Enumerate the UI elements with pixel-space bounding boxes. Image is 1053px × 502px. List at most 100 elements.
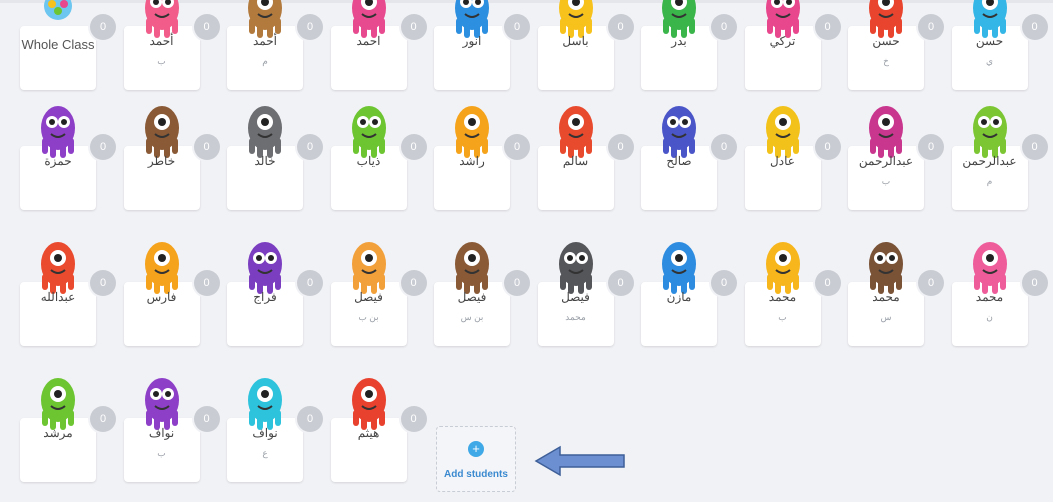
student-subname: ب bbox=[157, 448, 166, 458]
student-name: فارس bbox=[146, 290, 177, 304]
points-badge: 0 bbox=[504, 14, 530, 40]
class-avatar-icon bbox=[44, 0, 72, 20]
points-badge: 0 bbox=[193, 14, 220, 40]
points-badge: 0 bbox=[400, 134, 427, 160]
student-card[interactable]: خالد 0 bbox=[227, 100, 327, 210]
points-badge: 0 bbox=[814, 270, 841, 296]
student-name: احمد bbox=[356, 34, 381, 48]
points-badge: 0 bbox=[918, 134, 944, 160]
student-name: نواف bbox=[148, 426, 175, 440]
student-card[interactable]: أحمد ب 0 bbox=[123, 0, 224, 90]
monster-avatar-icon bbox=[351, 242, 386, 294]
student-name: حمزة bbox=[44, 154, 72, 168]
student-name: محمد bbox=[872, 290, 900, 304]
student-subname: خ bbox=[883, 56, 889, 66]
monster-avatar-icon bbox=[765, 242, 800, 294]
monster-avatar-icon bbox=[248, 242, 282, 294]
student-subname: م bbox=[986, 176, 993, 186]
points-badge: 0 bbox=[400, 14, 427, 40]
student-name: نواف bbox=[252, 426, 278, 440]
monster-avatar-icon bbox=[41, 106, 75, 158]
student-subname: بن س bbox=[460, 312, 484, 322]
student-card[interactable]: انور 0 bbox=[434, 0, 534, 90]
student-card[interactable]: محمد س 0 bbox=[848, 236, 948, 346]
student-subname: م bbox=[262, 56, 268, 66]
student-card[interactable]: نواف ع 0 bbox=[227, 372, 327, 482]
student-card[interactable]: فيصل محمد 0 bbox=[537, 236, 638, 346]
student-name: فيصل bbox=[354, 290, 383, 304]
student-card[interactable]: محمد ن 0 bbox=[951, 236, 1052, 346]
student-name: عبدالرحمن bbox=[962, 154, 1017, 168]
points-badge: 0 bbox=[607, 270, 634, 296]
student-name: راشد bbox=[459, 154, 485, 168]
points-badge: 0 bbox=[918, 14, 944, 40]
points-badge: 0 bbox=[814, 14, 841, 40]
student-card[interactable]: عبدالرحمن ب 0 bbox=[848, 100, 948, 210]
points-badge: 0 bbox=[711, 134, 737, 160]
points-badge: 0 bbox=[90, 134, 116, 160]
points-badge: 0 bbox=[400, 270, 427, 296]
student-card[interactable]: حسن ي 0 bbox=[951, 0, 1052, 90]
student-card[interactable]: عبدالرحمن م 0 bbox=[951, 100, 1052, 210]
points-badge: 0 bbox=[90, 14, 116, 40]
student-name: صالح bbox=[666, 154, 692, 168]
student-card[interactable]: احمد 0 bbox=[330, 0, 431, 90]
student-card[interactable]: عبدالله 0 bbox=[20, 236, 120, 346]
student-card[interactable]: فيصل بن ب 0 bbox=[330, 236, 431, 346]
student-subname: ب bbox=[157, 56, 166, 66]
student-name: خالد bbox=[254, 154, 276, 168]
monster-avatar-icon bbox=[455, 106, 489, 158]
student-card[interactable]: فارس 0 bbox=[123, 236, 224, 346]
student-card[interactable]: حسن خ 0 bbox=[848, 0, 948, 90]
points-badge: 0 bbox=[607, 134, 634, 160]
student-card[interactable]: محمد ب 0 bbox=[744, 236, 845, 346]
student-card[interactable]: خاطر 0 bbox=[123, 100, 224, 210]
student-card[interactable]: باسل 0 bbox=[537, 0, 638, 90]
student-card[interactable]: فيصل بن س 0 bbox=[434, 236, 534, 346]
points-badge: 0 bbox=[193, 406, 220, 432]
student-card[interactable]: أحمد م 0 bbox=[227, 0, 327, 90]
points-badge: 0 bbox=[1021, 134, 1048, 160]
student-name: عبدالرحمن bbox=[858, 154, 914, 168]
points-badge: 0 bbox=[814, 134, 841, 160]
monster-avatar-icon bbox=[144, 106, 179, 158]
student-name: ذياب bbox=[356, 154, 381, 168]
student-card[interactable]: سالم 0 bbox=[537, 100, 638, 210]
monster-avatar-icon bbox=[869, 242, 903, 294]
add-students-label: Add students bbox=[444, 469, 508, 480]
student-subname: س bbox=[880, 312, 892, 322]
student-name: عادل bbox=[770, 154, 795, 168]
student-card[interactable]: حمزة 0 bbox=[20, 100, 120, 210]
student-card[interactable]: نواف ب 0 bbox=[123, 372, 224, 482]
student-card[interactable]: تركي 0 bbox=[744, 0, 845, 90]
monster-avatar-icon bbox=[41, 242, 75, 294]
student-card[interactable]: راشد 0 bbox=[434, 100, 534, 210]
student-name: فيصل bbox=[561, 290, 590, 304]
monster-avatar-icon bbox=[248, 106, 282, 158]
student-subname: ب bbox=[778, 312, 787, 322]
student-card[interactable]: بدر 0 bbox=[641, 0, 741, 90]
monster-avatar-icon bbox=[558, 106, 593, 158]
student-card[interactable]: عادل 0 bbox=[744, 100, 845, 210]
student-name: بدر bbox=[671, 34, 687, 48]
whole-class-card[interactable]: Whole Class 0 bbox=[20, 0, 120, 90]
student-card[interactable]: ذياب 0 bbox=[330, 100, 431, 210]
add-students-button[interactable]: + Add students bbox=[436, 426, 516, 492]
student-name: أحمد bbox=[253, 34, 277, 48]
student-name: باسل bbox=[562, 34, 589, 48]
student-name: تركي bbox=[769, 34, 796, 48]
student-card[interactable]: مرشد 0 bbox=[20, 372, 120, 482]
student-name: عبدالله bbox=[40, 290, 76, 304]
student-card[interactable]: مازن 0 bbox=[641, 236, 741, 346]
monster-avatar-icon bbox=[558, 242, 593, 294]
points-badge: 0 bbox=[297, 406, 323, 432]
student-card[interactable]: هيثم 0 bbox=[330, 372, 431, 482]
points-badge: 0 bbox=[90, 270, 116, 296]
points-badge: 0 bbox=[918, 270, 944, 296]
student-name: هيثم bbox=[357, 426, 380, 440]
student-card[interactable]: صالح 0 bbox=[641, 100, 741, 210]
points-badge: 0 bbox=[607, 14, 634, 40]
student-name: سالم bbox=[562, 154, 589, 168]
student-card[interactable]: فراج 0 bbox=[227, 236, 327, 346]
monster-avatar-icon bbox=[662, 242, 696, 294]
